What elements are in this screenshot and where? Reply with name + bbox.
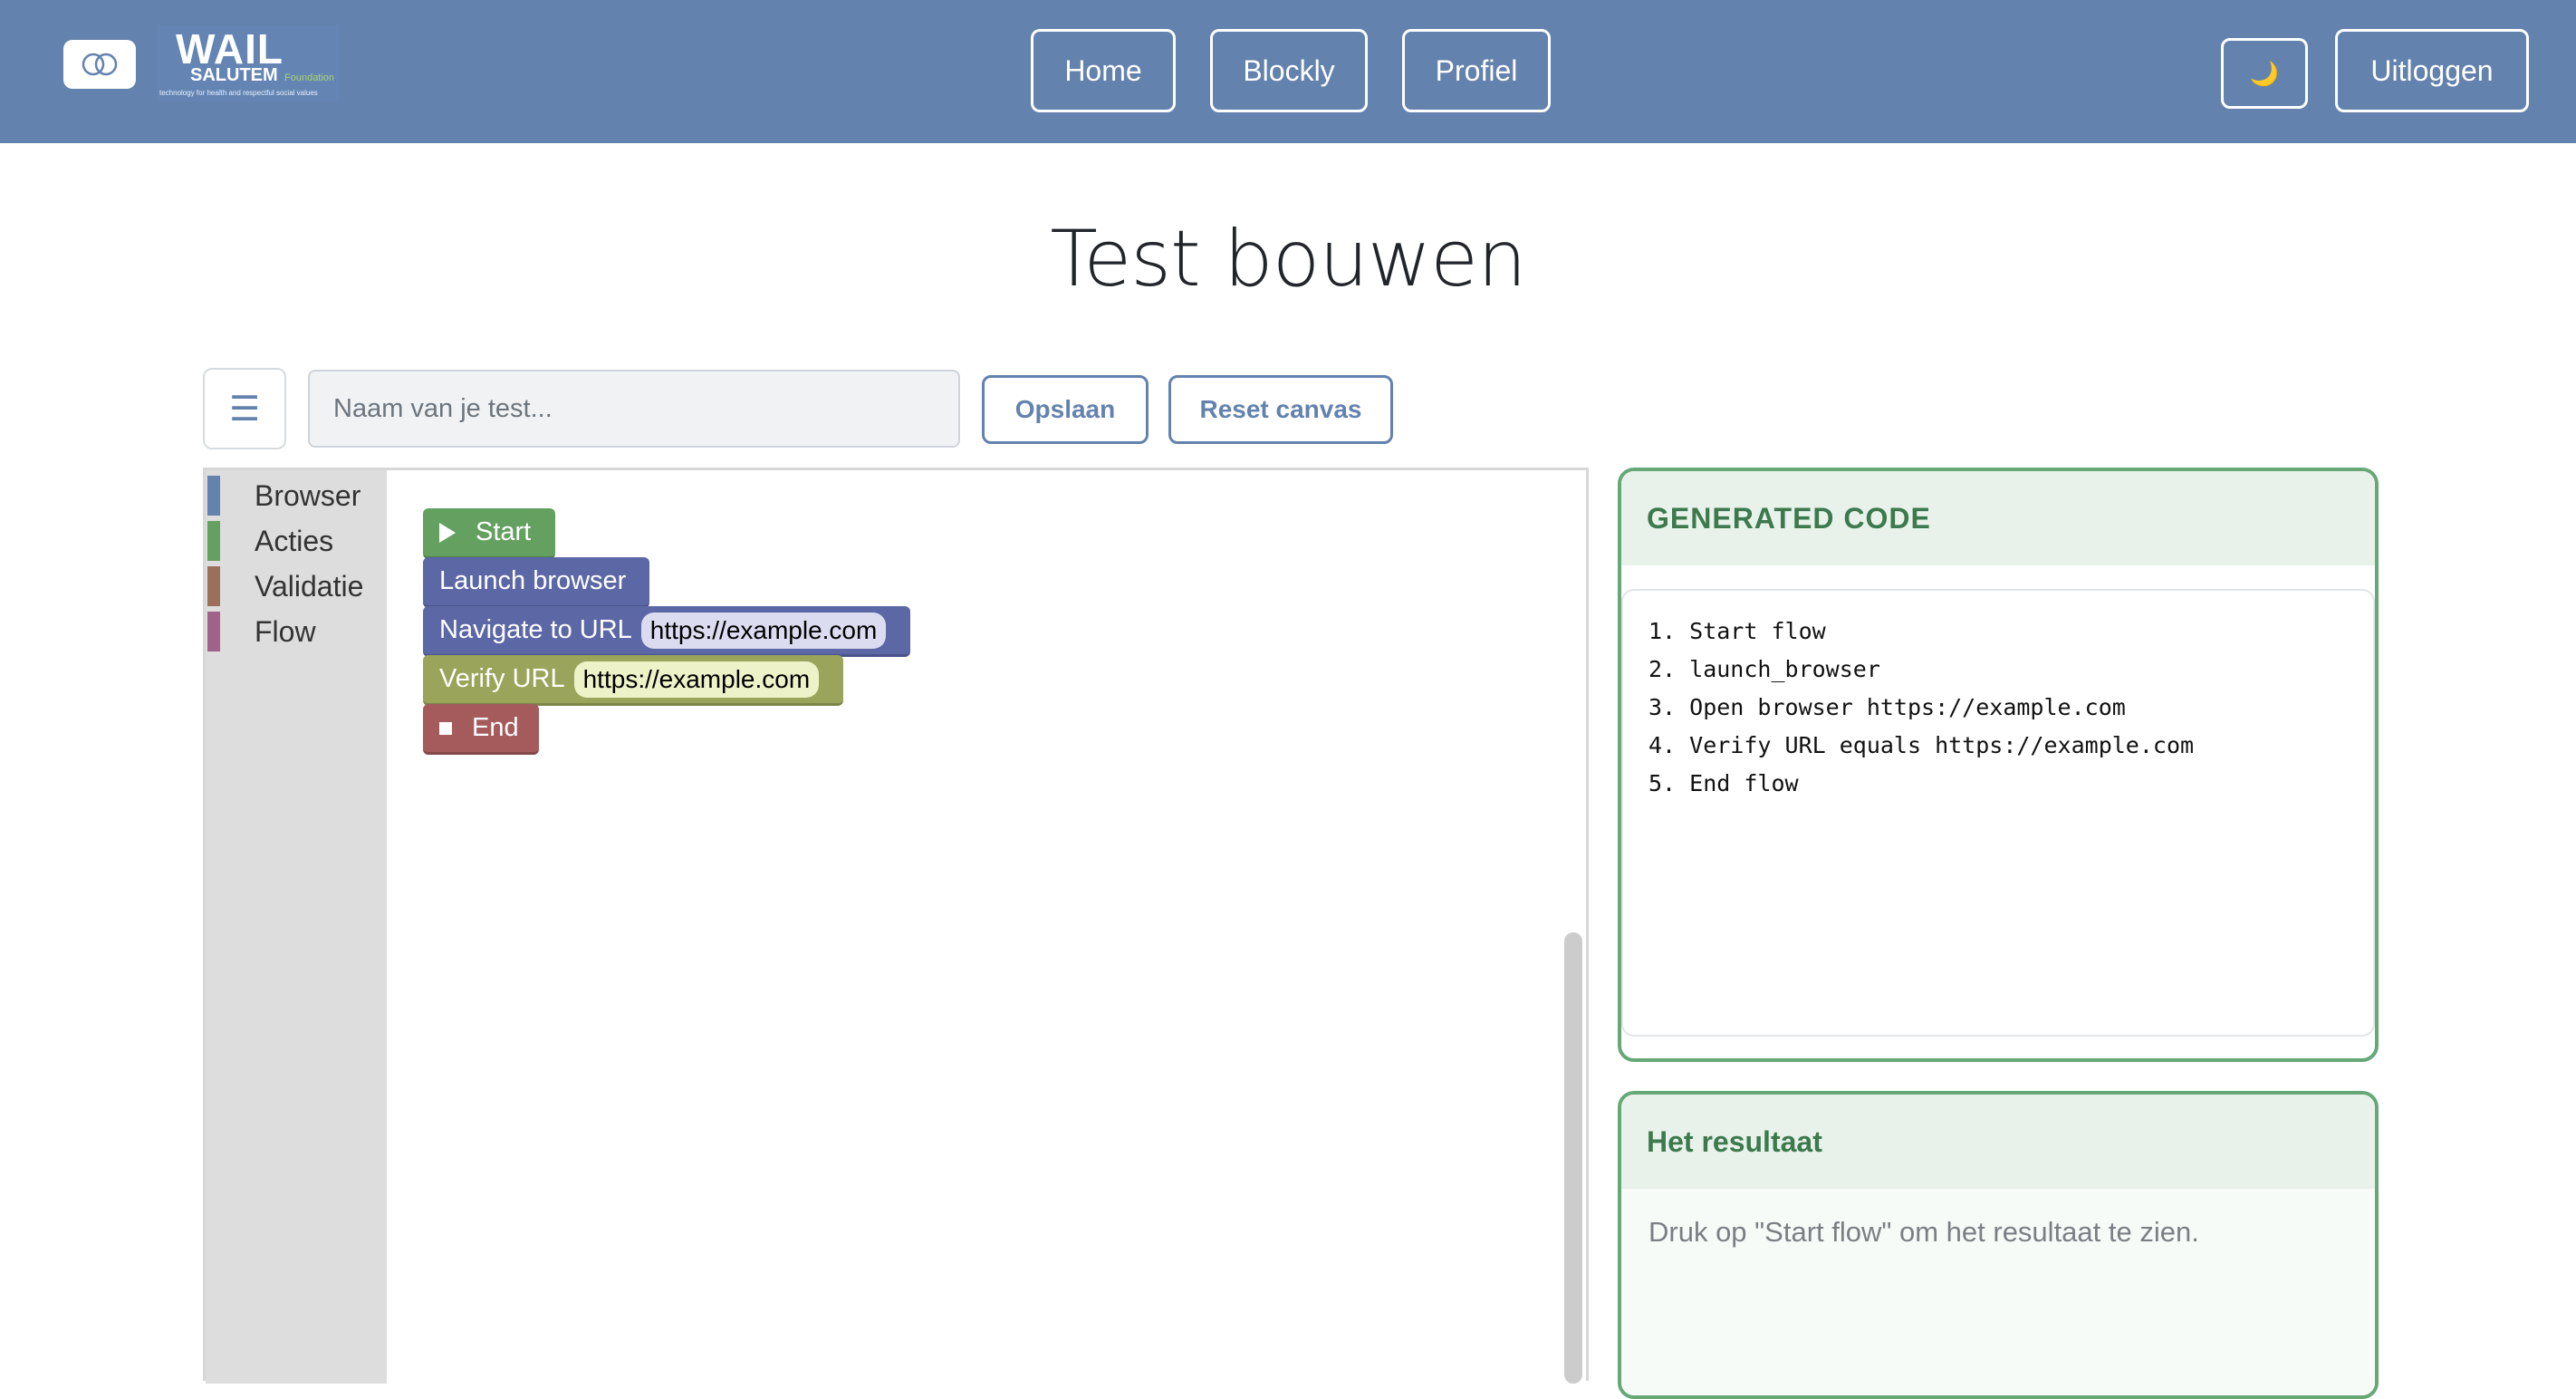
workspace-scrollbar[interactable] xyxy=(1564,932,1582,1384)
code-line: 3. Open browser https://example.com xyxy=(1648,694,2126,720)
result-panel: Het resultaat Druk op "Start flow" om he… xyxy=(1618,1091,2379,1399)
block-verify-url[interactable]: Verify URL https://example.com xyxy=(423,655,843,706)
block-label: Navigate to URL xyxy=(439,615,632,644)
logo-tagline: technology for health and respectful soc… xyxy=(159,89,318,97)
nav-home-link[interactable]: Home xyxy=(1031,29,1176,112)
toolbox-category-flow[interactable]: Flow xyxy=(206,612,387,651)
category-color-swatch xyxy=(207,521,220,561)
block-label: Verify URL xyxy=(439,664,565,693)
toolbox-category-browser[interactable]: Browser xyxy=(206,476,387,516)
hamburger-icon: ☰ xyxy=(228,390,261,429)
logout-button[interactable]: Uitloggen xyxy=(2335,29,2529,112)
category-color-swatch xyxy=(207,476,220,516)
logo-subtitle: SALUTEM xyxy=(190,65,278,85)
result-title: Het resultaat xyxy=(1621,1095,2375,1189)
reset-canvas-button[interactable]: Reset canvas xyxy=(1168,375,1393,444)
theme-toggle-button[interactable]: 🌙 xyxy=(2221,38,2308,109)
category-label: Browser xyxy=(255,479,361,512)
logo-title: WAIL xyxy=(176,25,284,72)
blockly-toolbox: Browser Acties Validatie Flow xyxy=(206,470,387,1384)
category-label: Validatie xyxy=(255,570,364,603)
toolbox-category-validatie[interactable]: Validatie xyxy=(206,566,387,606)
result-placeholder: Druk op "Start flow" om het resultaat te… xyxy=(1621,1189,2375,1395)
rings-icon xyxy=(63,40,136,89)
code-line: 1. Start flow xyxy=(1648,618,1826,644)
save-button[interactable]: Opslaan xyxy=(982,375,1149,444)
moon-icon: 🌙 xyxy=(2249,59,2280,87)
code-line: 5. End flow xyxy=(1648,770,1799,796)
block-launch-browser[interactable]: Launch browser xyxy=(423,557,649,608)
category-label: Acties xyxy=(255,525,334,557)
page-title: Test bouwen xyxy=(1050,214,1526,304)
logo-wordmark: WAIL SALUTEM Foundation technology for h… xyxy=(158,25,339,101)
blockly-workspace[interactable]: Browser Acties Validatie Flow Start Laun… xyxy=(203,468,1589,1384)
code-line: 4. Verify URL equals https://example.com xyxy=(1648,732,2195,758)
block-label: End xyxy=(472,713,519,742)
block-label: Start xyxy=(476,517,532,546)
menu-toggle-button[interactable]: ☰ xyxy=(203,368,286,449)
block-end[interactable]: End xyxy=(423,704,539,755)
code-output: 1. Start flow 2. launch_browser 3. Open … xyxy=(1621,589,2375,1037)
code-line: 2. launch_browser xyxy=(1648,656,1880,682)
category-label: Flow xyxy=(255,615,316,648)
nav-profiel-link[interactable]: Profiel xyxy=(1402,29,1551,112)
generated-code-panel: GENERATED CODE 1. Start flow 2. launch_b… xyxy=(1618,468,2379,1062)
navigate-url-field[interactable]: https://example.com xyxy=(640,612,887,649)
stop-icon xyxy=(439,721,452,735)
nav-blockly-link[interactable]: Blockly xyxy=(1210,29,1368,112)
navbar: WAIL SALUTEM Foundation technology for h… xyxy=(0,0,2576,143)
generated-code-title: GENERATED CODE xyxy=(1621,471,2375,565)
block-label: Launch browser xyxy=(439,566,627,595)
category-color-swatch xyxy=(207,612,220,651)
play-icon xyxy=(439,522,456,543)
block-start[interactable]: Start xyxy=(423,508,555,559)
verify-url-field[interactable]: https://example.com xyxy=(573,661,820,698)
toolbox-category-acties[interactable]: Acties xyxy=(206,521,387,561)
logo-foundation: Foundation xyxy=(284,72,335,83)
brand-logo[interactable]: WAIL SALUTEM Foundation technology for h… xyxy=(60,25,339,101)
category-color-swatch xyxy=(207,566,220,606)
test-name-input[interactable] xyxy=(308,370,960,448)
block-navigate-to-url[interactable]: Navigate to URL https://example.com xyxy=(423,606,910,657)
